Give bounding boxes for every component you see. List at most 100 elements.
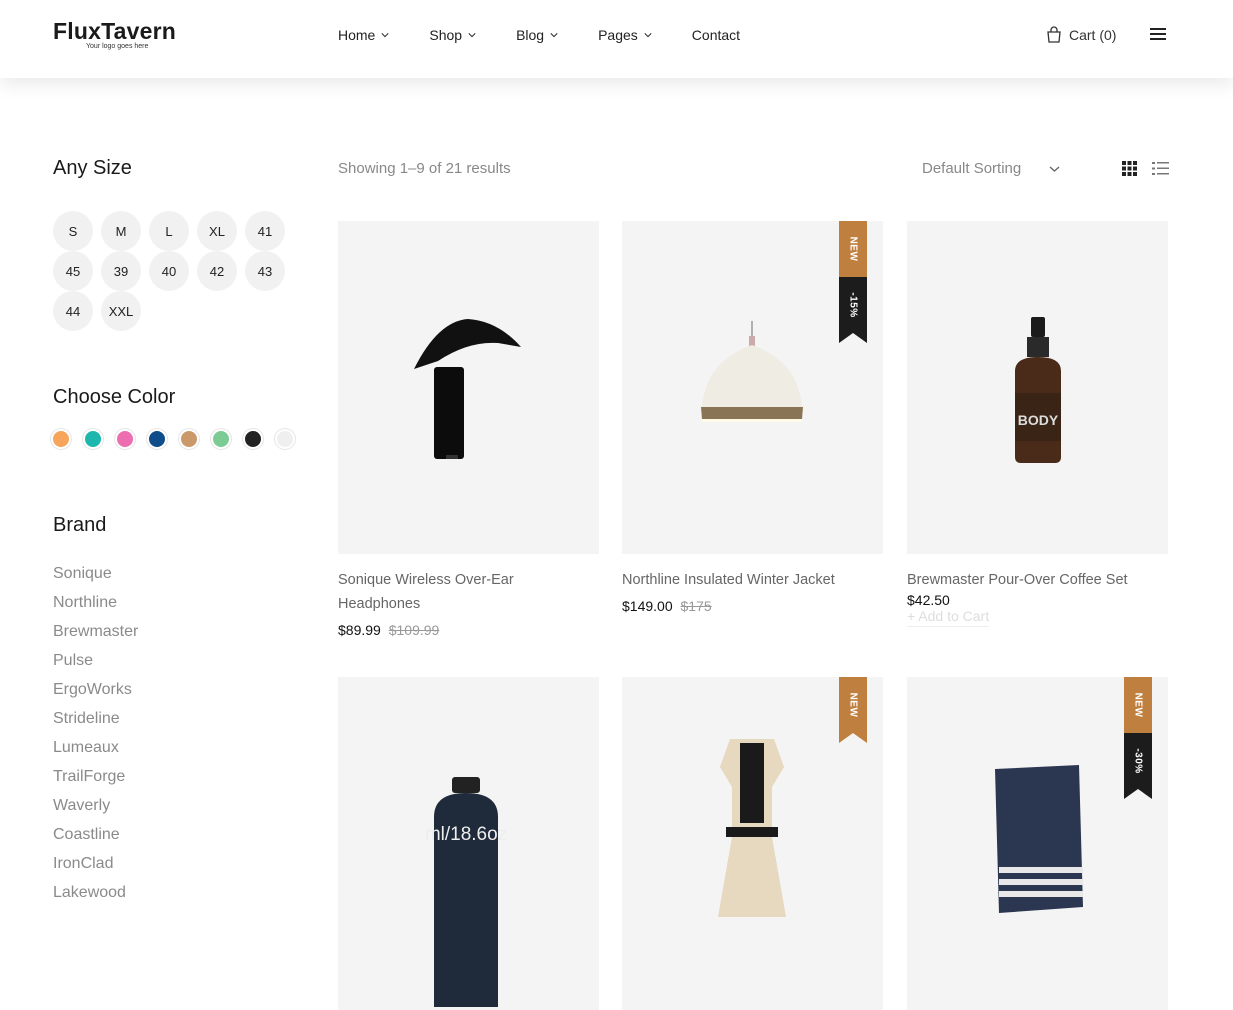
color-swatch[interactable]: [181, 431, 197, 447]
chevron-down-icon: [644, 33, 652, 38]
badge-notch: [839, 333, 867, 343]
nav-item-home[interactable]: Home: [338, 27, 389, 43]
product-badges: NEW -30%: [1124, 677, 1152, 799]
discount-badge: -30%: [1124, 733, 1152, 789]
chevron-down-icon: [550, 33, 558, 38]
results-count: Showing 1–9 of 21 results: [338, 160, 511, 177]
color-swatch[interactable]: [213, 431, 229, 447]
current-price: $89.99: [338, 622, 381, 638]
size-option[interactable]: 43: [245, 251, 285, 291]
nav-item-contact[interactable]: Contact: [692, 27, 740, 43]
product-card[interactable]: Sonique Wireless Over-Ear Headphones $89…: [338, 221, 599, 638]
brand-item[interactable]: Sonique: [53, 564, 138, 593]
cart-label: Cart (0): [1069, 26, 1117, 43]
site-header: FluxTavern Your logo goes here Home Shop…: [0, 0, 1233, 78]
amber-bottle-image: BODY: [1015, 317, 1061, 463]
nav-label: Contact: [691, 27, 741, 43]
product-image[interactable]: NEW -30%: [907, 677, 1168, 1010]
size-option[interactable]: 44: [53, 291, 93, 331]
list-view-icon[interactable]: [1152, 161, 1169, 176]
size-option[interactable]: 41: [245, 211, 285, 251]
site-logo[interactable]: FluxTavern Your logo goes here: [53, 18, 176, 50]
size-option[interactable]: M: [101, 211, 141, 251]
brand-item[interactable]: IronClad: [53, 854, 138, 883]
nav-label: Blog: [516, 27, 545, 43]
product-badges: NEW -15%: [839, 221, 867, 343]
product-price: $42.50: [907, 592, 1168, 608]
brand-item[interactable]: TrailForge: [53, 767, 138, 796]
sorting-label: Default Sorting: [922, 160, 1022, 177]
color-swatch[interactable]: [277, 431, 293, 447]
new-badge: NEW: [839, 221, 867, 277]
size-option[interactable]: XXL: [101, 291, 141, 331]
add-to-cart-button[interactable]: + Add to Cart: [907, 608, 990, 627]
color-swatch[interactable]: [149, 431, 165, 447]
nav-label: Shop: [429, 27, 463, 43]
old-price: $175: [680, 598, 712, 614]
discount-badge: -15%: [839, 277, 867, 333]
brand-item[interactable]: Strideline: [53, 709, 138, 738]
size-option[interactable]: 45: [53, 251, 93, 291]
chevron-down-icon: [468, 33, 476, 38]
nav-label: Home: [338, 27, 376, 43]
desk-lamp-image: [414, 319, 521, 459]
color-swatch[interactable]: [53, 431, 69, 447]
nav-item-shop[interactable]: Shop: [429, 27, 476, 43]
bottle-label: ml/18.6oz: [425, 824, 507, 845]
hamburger-menu-icon[interactable]: [1150, 27, 1166, 41]
brand-item[interactable]: Lakewood: [53, 883, 138, 912]
brand-item[interactable]: Pulse: [53, 651, 138, 680]
brand-item[interactable]: ErgoWorks: [53, 680, 138, 709]
badge-notch: [1124, 789, 1152, 799]
new-badge: NEW: [839, 677, 867, 733]
product-image[interactable]: NEW -15%: [622, 221, 883, 554]
product-card[interactable]: NEW -15% Northline Insulated Winter Jack…: [622, 221, 883, 614]
size-filter-title: Any Size: [53, 157, 132, 179]
badge-notch: [839, 733, 867, 743]
svg-text:BODY: BODY: [1018, 412, 1059, 428]
product-price: $149.00 $175: [622, 598, 883, 614]
product-card[interactable]: NEW: [622, 677, 883, 1010]
size-option[interactable]: XL: [197, 211, 237, 251]
color-swatch[interactable]: [85, 431, 101, 447]
product-card[interactable]: ml/18.6oz: [338, 677, 599, 1010]
product-image[interactable]: BODY: [907, 221, 1168, 554]
color-swatch[interactable]: [117, 431, 133, 447]
grid-view-icon[interactable]: [1122, 161, 1137, 176]
old-price: $109.99: [388, 622, 440, 638]
size-option[interactable]: S: [53, 211, 93, 251]
nav-item-blog[interactable]: Blog: [516, 27, 558, 43]
product-image[interactable]: NEW: [622, 677, 883, 1010]
brand-item[interactable]: Northline: [53, 593, 138, 622]
size-option[interactable]: 40: [149, 251, 189, 291]
current-price: $149.00: [622, 598, 673, 614]
product-badges: NEW: [839, 677, 867, 743]
brand-list: Sonique Northline Brewmaster Pulse ErgoWorks…: [53, 564, 138, 912]
nav-item-pages[interactable]: Pages: [598, 27, 652, 43]
brand-item[interactable]: Waverly: [53, 796, 138, 825]
product-card[interactable]: BODY Brewmaster Pour-Over Coffee Set $42…: [907, 221, 1168, 627]
product-name[interactable]: Brewmaster Pour-Over Coffee Set: [907, 568, 1168, 592]
product-card[interactable]: NEW -30%: [907, 677, 1168, 1010]
sorting-select[interactable]: Default Sorting: [922, 160, 1060, 177]
product-name[interactable]: Sonique Wireless Over-Ear Headphones: [338, 568, 599, 616]
product-name[interactable]: Northline Insulated Winter Jacket: [622, 568, 883, 592]
product-image[interactable]: ml/18.6oz: [338, 677, 599, 1010]
size-option[interactable]: L: [149, 211, 189, 251]
chevron-down-icon: [381, 33, 389, 38]
new-badge: NEW: [1124, 677, 1152, 733]
shopping-bag-icon: [1047, 26, 1061, 43]
brand-item[interactable]: Lumeaux: [53, 738, 138, 767]
current-price: $42.50: [907, 592, 950, 608]
nav-label: Pages: [598, 27, 638, 43]
color-swatch[interactable]: [245, 431, 261, 447]
color-options: [53, 431, 309, 447]
brand-item[interactable]: Brewmaster: [53, 622, 138, 651]
logo-tagline: Your logo goes here: [86, 43, 149, 50]
product-image[interactable]: [338, 221, 599, 554]
brand-item[interactable]: Coastline: [53, 825, 138, 854]
color-filter-title: Choose Color: [53, 386, 176, 408]
size-option[interactable]: 39: [101, 251, 141, 291]
size-option[interactable]: 42: [197, 251, 237, 291]
cart-link[interactable]: Cart (0): [1046, 26, 1116, 43]
